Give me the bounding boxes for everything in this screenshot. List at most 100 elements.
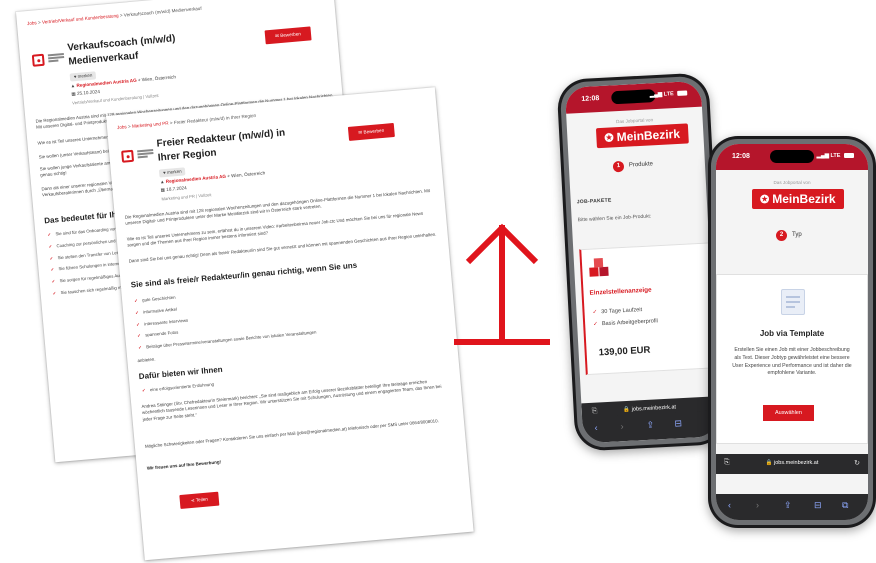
feature-text: 30 Tage Laufzeit: [601, 307, 643, 316]
feature-text: Basis Arbeitgeberprofil: [601, 318, 658, 328]
post-date: 25.10.2024: [76, 89, 101, 96]
meinbezirk-logo: ✪ MeinBezirk: [752, 189, 844, 209]
upload-arrow-icon: [454, 223, 550, 345]
share-icon[interactable]: ⇪: [646, 420, 654, 431]
forward-icon[interactable]: ›: [620, 421, 624, 431]
list-footer: anbieten.: [137, 356, 156, 364]
building-icon: ▲: [159, 179, 165, 185]
bookmarks-icon[interactable]: ⊟: [674, 418, 682, 429]
benefit-list: eine erfolgsorientierte Entlohnung: [142, 382, 215, 400]
step-indicator: 1 Produkte: [612, 159, 654, 173]
forward-icon[interactable]: ›: [756, 500, 759, 510]
battery-icon: [677, 90, 688, 96]
location: Wien, Österreich: [230, 170, 266, 179]
company-logo-icon: [121, 149, 135, 163]
contact-paragraph: Mögliche Schwierigkeiten oder Fragen? Ko…: [144, 418, 439, 449]
choose-button[interactable]: Auswählen: [763, 405, 814, 421]
building-icon: ▲: [70, 83, 76, 89]
closing-text: Wir freuen uns auf Ihre Bewerbung!: [146, 459, 222, 471]
breadcrumb-current: Verkaufscoach (m/w/d) Medienverkauf: [123, 5, 202, 18]
breadcrumb-home-link[interactable]: Jobs: [27, 20, 37, 26]
bookmark-tag[interactable]: ♥ merken: [69, 71, 97, 82]
step-indicator: 2 Typ: [776, 230, 802, 241]
offer-list: gute Geschichten informative Artikel int…: [134, 283, 317, 357]
tabs-overview-icon[interactable]: ⧉: [842, 500, 848, 511]
date-line: ▦ 18.7.2024: [160, 185, 187, 193]
apply-label: Bewerben: [363, 127, 385, 135]
template-card[interactable]: Job via Template Erstellen Sie einen Job…: [716, 274, 868, 444]
bookmark-tag[interactable]: ♥ merken: [158, 167, 186, 178]
url-value: jobs.meinbezirk.at: [631, 404, 677, 413]
template-title: Job via Template: [759, 329, 825, 338]
share-button[interactable]: ⋖ Teilen: [179, 491, 220, 510]
back-icon[interactable]: ‹: [728, 500, 731, 510]
breadcrumb-category-link[interactable]: Vertrieb/Verkauf und Kundenberatung: [42, 13, 119, 25]
step-label: Produkte: [628, 161, 654, 169]
logo-gear-icon: ✪: [604, 132, 615, 145]
status-bar: 12:08 ▂▄▆ LTE: [716, 144, 868, 170]
package-feature: ✓ 30 Tage Laufzeit: [592, 307, 642, 316]
status-bar: 12:08 ▂▄▆ LTE: [564, 80, 702, 114]
date-line: ▦ 25.10.2024: [71, 89, 100, 98]
apply-button[interactable]: ✉ Bewerben: [264, 26, 312, 45]
breadcrumb-category-link[interactable]: Marketing und PR: [132, 121, 169, 129]
phone-type-step: 12:08 ▂▄▆ LTE Das Jobportal von ✪ MeinBez…: [708, 136, 876, 528]
battery-icon: [844, 153, 854, 159]
brand-name: MeinBezirk: [616, 126, 681, 145]
share-label: Teilen: [195, 496, 209, 503]
signal-indicator: ▂▄▆ LTE: [650, 90, 688, 98]
job-page-printout-redakteur: Jobs > Marketing und PR > Freier Redakte…: [106, 87, 474, 561]
breadcrumb-home-link[interactable]: Jobs: [117, 124, 127, 130]
job-title: Freier Redakteur (m/w/d) in Ihrer Region: [156, 127, 286, 164]
url-bar[interactable]: ⎘ 🔒 jobs.meinbezirk.at ↻: [716, 454, 868, 474]
section-title: JOB-PAKETE: [576, 197, 612, 206]
company-logo-text: [47, 52, 65, 64]
apply-label: Bewerben: [279, 31, 302, 39]
dynamic-island: [770, 150, 814, 163]
bookmark-label: merken: [77, 72, 93, 79]
package-title: Einzelstellenanzeige: [589, 286, 652, 297]
benefits-heading: Dafür bieten wir Ihnen: [138, 364, 223, 382]
calendar-icon: ▦: [71, 91, 76, 97]
post-date: 18.7.2024: [166, 185, 187, 193]
list-item: eine erfolgsorientierte Entlohnung: [142, 382, 214, 394]
check-icon: ✓: [593, 321, 599, 328]
location: Wien, Österreich: [141, 74, 177, 83]
step-number: 2: [776, 230, 787, 241]
logo-gear-icon: ✪: [760, 194, 770, 206]
brand-name: MeinBezirk: [772, 192, 836, 206]
apply-button[interactable]: ✉ Bewerben: [347, 122, 395, 142]
job-category: Marketing und PR | Vollzeit: [161, 192, 212, 202]
bookmark-label: merken: [166, 168, 182, 175]
breadcrumb: Jobs > Vertrieb/Verkauf und Kundenberatu…: [26, 5, 202, 27]
bookmarks-icon[interactable]: ⊟: [814, 500, 822, 511]
job-title: Verkaufscoach (m/w/d) Medienverkauf: [66, 33, 176, 68]
template-document-icon: [781, 289, 805, 315]
package-price: 139,00 EUR: [598, 344, 651, 359]
section-subtitle: Bitte wählen Sie ein Job-Produkt:: [577, 213, 652, 224]
template-description: Erstellen Sie einen Job mit einer Jobbes…: [732, 347, 852, 377]
share-icon: ⋖: [190, 497, 195, 504]
step-number: 1: [612, 160, 625, 173]
step-label: Typ: [792, 232, 802, 238]
breadcrumb-current: Freier Redakteur (m/w/d) in Ihrer Region: [173, 112, 257, 126]
reload-icon[interactable]: ↻: [854, 459, 860, 467]
package-boxes-icon: [589, 258, 609, 277]
clock: 12:08: [581, 95, 600, 103]
clock: 12:08: [732, 153, 750, 160]
network-label: LTE: [663, 91, 674, 98]
network-label: LTE: [830, 153, 841, 159]
package-card[interactable]: Einzelstellenanzeige ✓ 30 Tage Laufzeit ✓…: [579, 241, 720, 376]
share-icon[interactable]: ⇪: [784, 500, 792, 511]
back-icon[interactable]: ‹: [594, 423, 598, 433]
browser-toolbar: ‹ › ⇪ ⊟ ⧉: [716, 494, 868, 520]
url-text: 🔒 jobs.meinbezirk.at: [765, 460, 819, 466]
check-icon: ✓: [592, 309, 598, 316]
company-logo-text: [137, 149, 154, 160]
calendar-icon: ▦: [160, 187, 166, 193]
phone-products-step: 12:08 ▂▄▆ LTE Das Jobportal von ✪ MeinBez…: [556, 72, 728, 452]
company-logo-icon: [31, 53, 45, 67]
portal-label: Das Jobportal von: [773, 180, 811, 185]
package-feature: ✓ Basis Arbeitgeberprofil: [593, 318, 658, 327]
section-heading: Sie sind als freie/r Redakteur/in genau …: [130, 260, 358, 290]
